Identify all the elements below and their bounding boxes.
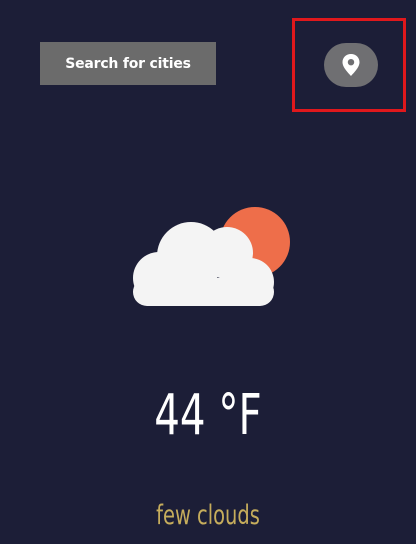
search-cities-button[interactable]: Search for cities: [40, 42, 216, 85]
few-clouds-icon: [128, 200, 292, 312]
weather-description: few clouds: [156, 500, 260, 531]
temperature-value: 44 °F: [154, 383, 262, 448]
map-pin-icon: [342, 54, 360, 76]
current-location-button[interactable]: [324, 43, 378, 87]
